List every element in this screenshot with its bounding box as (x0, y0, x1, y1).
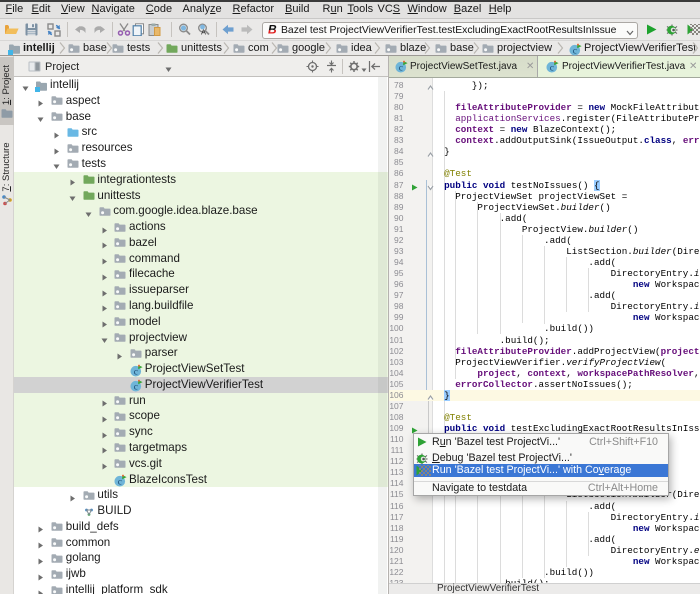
svg-text:c: c (399, 63, 403, 73)
svg-text:c: c (134, 367, 138, 377)
svg-text:c: c (134, 383, 138, 393)
svg-text:c: c (550, 63, 554, 73)
svg-text:A: A (201, 28, 206, 37)
svg-text:c: c (573, 46, 577, 56)
svg-text:B: B (268, 23, 277, 35)
svg-text:c: c (118, 477, 122, 487)
